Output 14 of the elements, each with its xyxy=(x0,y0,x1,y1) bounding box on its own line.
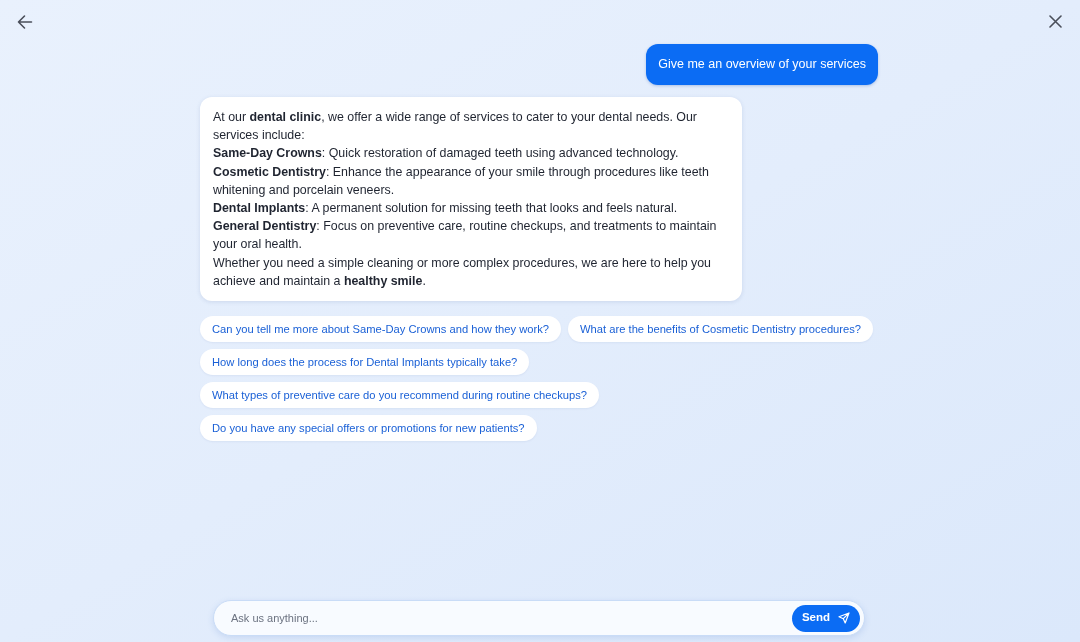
send-button[interactable]: Send xyxy=(792,604,860,632)
suggestion-chip[interactable]: What are the benefits of Cosmetic Dentistry procedures? xyxy=(568,316,874,343)
suggestion-chip[interactable]: What types of preventive care do you recommend during routine checkups? xyxy=(200,382,599,409)
close-icon xyxy=(1048,15,1062,28)
suggestion-chip[interactable]: How long does the process for Dental Implants typically take? xyxy=(200,349,530,376)
paper-plane-icon xyxy=(838,612,851,624)
suggestion-chip[interactable]: Can you tell me more about Same-Day Crowns and how they work? xyxy=(200,316,562,343)
back-arrow-icon xyxy=(17,13,33,30)
back-button[interactable] xyxy=(17,13,33,30)
assistant-message-text: At our dental clinic, we offer a wide range of services to cater to your dental needs. Our services include: Same-Day Crowns: Quick restoration of damaged teeth using advanced technology. Cosmetic Dentistry: Enhance the appearance of your smile through procedures like teeth whitening and porcelain veneers. Dental Implants: A permanent solution for missing teeth that looks and feels natural. General Dentistry: Focus on preventive care, routine checkups, and treatments to maintain your oral health. Whether you need a simple cleaning or more complex procedures, we are here to help you achieve and maintain a healthy smile. xyxy=(213,109,718,290)
user-message-bubble: Give me an overview of your services xyxy=(646,44,878,85)
close-button[interactable] xyxy=(1048,14,1062,29)
suggestion-chip[interactable]: Do you have any special offers or promotions for new patients? xyxy=(200,415,537,442)
message-input[interactable]: Ask us anything... Send xyxy=(213,600,865,636)
